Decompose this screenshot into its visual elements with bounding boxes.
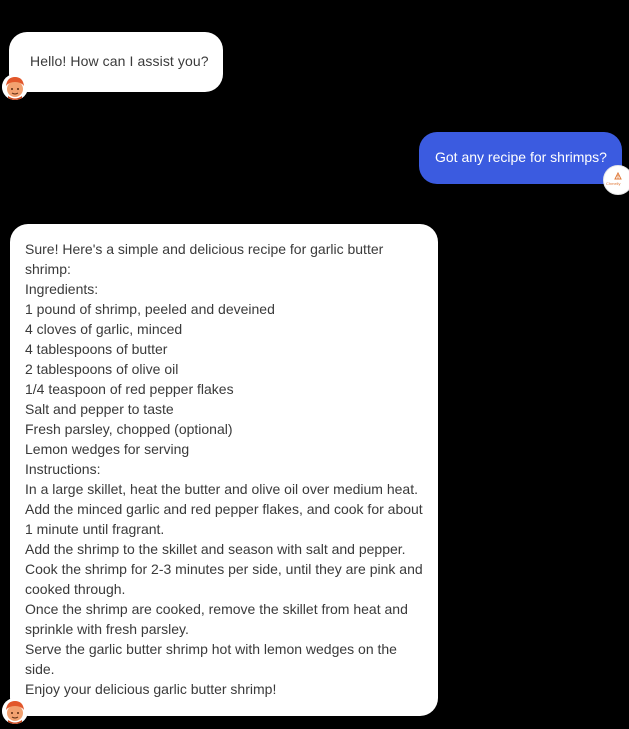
bot-message-greeting: Hello! How can I assist you? xyxy=(9,32,223,92)
ingredient-item: 4 cloves of garlic, minced xyxy=(25,321,183,337)
ingredient-item: Salt and pepper to taste xyxy=(25,401,174,417)
bot-message-recipe: Sure! Here's a simple and delicious reci… xyxy=(10,224,438,716)
instruction-line: Serve the garlic butter shrimp hot with … xyxy=(25,641,397,657)
instruction-line: 1 minute until fragrant. xyxy=(25,521,165,537)
instruction-line: side. xyxy=(25,661,55,677)
instruction-line: Add the shrimp to the skillet and season… xyxy=(25,541,406,557)
chef-avatar-icon xyxy=(2,74,28,100)
brand-logo-text: Chmelly xyxy=(606,181,621,186)
instruction-line: In a large skillet, heat the butter and … xyxy=(25,481,418,497)
ingredient-item: 1/4 teaspoon of red pepper flakes xyxy=(25,381,234,397)
instruction-line: sprinkle with fresh parsley. xyxy=(25,621,189,637)
recipe-heading-ingredients: Ingredients: xyxy=(25,281,99,297)
instruction-line: Add the minced garlic and red pepper fla… xyxy=(25,501,423,517)
bot-message-text: Hello! How can I assist you? xyxy=(30,53,209,69)
ingredient-item: Lemon wedges for serving xyxy=(25,441,190,457)
recipe-closing-line: Enjoy your delicious garlic butter shrim… xyxy=(25,681,277,697)
user-message: Got any recipe for shrimps? xyxy=(419,132,622,184)
ingredient-item: 1 pound of shrimp, peeled and deveined xyxy=(25,301,275,317)
ingredient-item: 4 tablespoons of butter xyxy=(25,341,168,357)
recipe-line: Sure! Here's a simple and delicious reci… xyxy=(25,241,384,257)
instruction-line: cooked through. xyxy=(25,581,126,597)
ingredient-item: Fresh parsley, chopped (optional) xyxy=(25,421,233,437)
recipe-line: shrimp: xyxy=(25,261,71,277)
brand-logo-icon: Chmelly xyxy=(603,165,629,195)
recipe-heading-instructions: Instructions: xyxy=(25,461,101,477)
user-message-text: Got any recipe for shrimps? xyxy=(435,149,607,165)
instruction-line: Cook the shrimp for 2-3 minutes per side… xyxy=(25,561,423,577)
instruction-line: Once the shrimp are cooked, remove the s… xyxy=(25,601,408,617)
chef-avatar-icon xyxy=(2,698,28,724)
ingredient-item: 2 tablespoons of olive oil xyxy=(25,361,179,377)
